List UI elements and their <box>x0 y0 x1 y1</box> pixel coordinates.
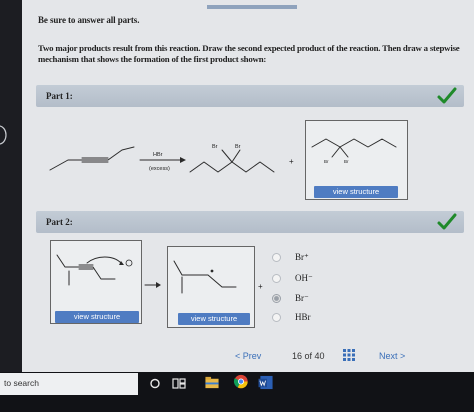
part2-plus: + <box>258 282 263 291</box>
assignment-page: Be sure to answer all parts. Two major p… <box>22 0 474 372</box>
taskbar-search-box[interactable]: to search <box>0 373 138 395</box>
part1-view-structure-button[interactable]: view structure <box>314 186 398 198</box>
part2-mechanism-box-1[interactable]: view structure <box>50 240 142 324</box>
prev-button[interactable]: < Prev <box>235 351 261 361</box>
page-count: 16 of 40 <box>292 351 325 361</box>
part2-view-structure-button-2[interactable]: view structure <box>178 313 250 325</box>
taskbar: to search <box>0 372 474 412</box>
option-label: HBr <box>295 312 311 322</box>
part2-view-structure-button-1[interactable]: view structure <box>55 311 139 323</box>
option-label: Br⁺ <box>295 252 309 262</box>
radio-hbr[interactable] <box>272 312 281 322</box>
bezel-left <box>0 125 7 145</box>
reagent-excess: (excess) <box>149 166 170 172</box>
option-br-minus[interactable]: Br⁻ <box>272 293 309 304</box>
file-explorer-icon[interactable] <box>204 375 220 390</box>
chrome-icon[interactable] <box>232 374 250 389</box>
part1-header[interactable]: Part 1: <box>36 85 464 107</box>
reagent-hbr: HBr <box>153 152 163 158</box>
part1-plus: + <box>289 157 294 166</box>
option-label: Br⁻ <box>295 293 309 303</box>
question-text: Two major products result from this reac… <box>38 43 460 64</box>
taskbar-search-text: to search <box>4 378 39 388</box>
product-br-right: Br <box>235 144 241 150</box>
alkyne-structure <box>49 146 135 171</box>
part1-label: Part 1: <box>46 91 73 101</box>
radio-br-plus[interactable] <box>272 253 281 262</box>
dibromide-product <box>189 149 275 173</box>
grid-icon[interactable] <box>343 349 355 361</box>
answer-br-right: Br <box>344 159 349 164</box>
word-icon[interactable] <box>258 375 274 390</box>
option-hbr[interactable]: HBr <box>272 312 311 322</box>
option-br-plus[interactable]: Br⁺ <box>272 252 309 263</box>
part1-answer-box[interactable]: Br Br view structure <box>305 120 408 200</box>
part2-label: Part 2: <box>46 217 73 227</box>
radio-br-minus[interactable] <box>272 294 281 303</box>
check-icon <box>437 213 457 230</box>
intro-text: Be sure to answer all parts. <box>38 15 140 25</box>
product-br-left: Br <box>212 144 218 150</box>
answer-br-left: Br <box>324 159 329 164</box>
part2-header[interactable]: Part 2: <box>36 211 464 233</box>
option-oh-minus[interactable]: OH⁻ <box>272 273 313 284</box>
reaction-arrow <box>139 157 186 163</box>
part2-mechanism-box-2[interactable]: view structure <box>167 246 255 328</box>
task-view-icon[interactable] <box>172 376 186 391</box>
next-button[interactable]: Next > <box>379 351 405 361</box>
radio-oh-minus[interactable] <box>272 274 281 283</box>
cortana-icon[interactable] <box>149 376 161 391</box>
option-label: OH⁻ <box>295 273 313 283</box>
top-progress-bar <box>207 5 297 9</box>
check-icon <box>437 87 457 104</box>
part2-arrow <box>144 282 161 288</box>
